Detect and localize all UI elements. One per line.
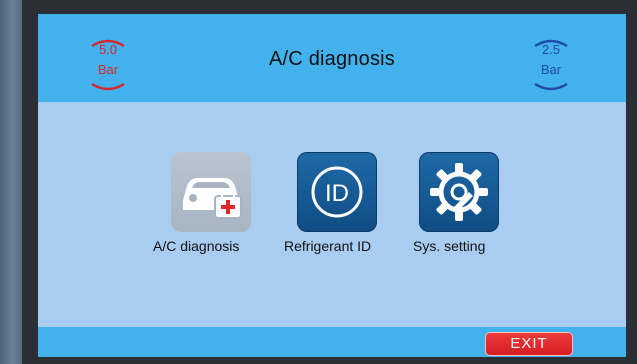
ac-diagnosis-label: A/C diagnosis: [153, 238, 240, 254]
low-pressure-unit: Bar: [540, 62, 562, 77]
ac-diagnosis-button[interactable]: [171, 152, 251, 232]
exit-button[interactable]: EXIT: [485, 332, 573, 356]
refrigerant-id-button[interactable]: ID: [297, 152, 377, 232]
gear-wrench-icon: [430, 163, 488, 221]
car-medical-icon: [183, 178, 242, 219]
header-bar: 5.0 Bar A/C diagnosis 2.5 Bar: [38, 14, 626, 102]
screen: 5.0 Bar A/C diagnosis 2.5 Bar ID A/C dia…: [38, 14, 626, 357]
svg-text:ID: ID: [325, 180, 349, 207]
device-bezel-left: [0, 0, 22, 364]
id-icon: ID: [311, 166, 363, 218]
system-settings-label: Sys. setting: [413, 238, 486, 254]
refrigerant-id-label: Refrigerant ID: [284, 238, 372, 254]
low-pressure-value: 2.5: [541, 42, 561, 57]
system-settings-button[interactable]: [419, 152, 499, 232]
low-pressure-gauge: 2.5 Bar: [529, 32, 573, 94]
footer-bar: EXIT: [38, 327, 626, 357]
